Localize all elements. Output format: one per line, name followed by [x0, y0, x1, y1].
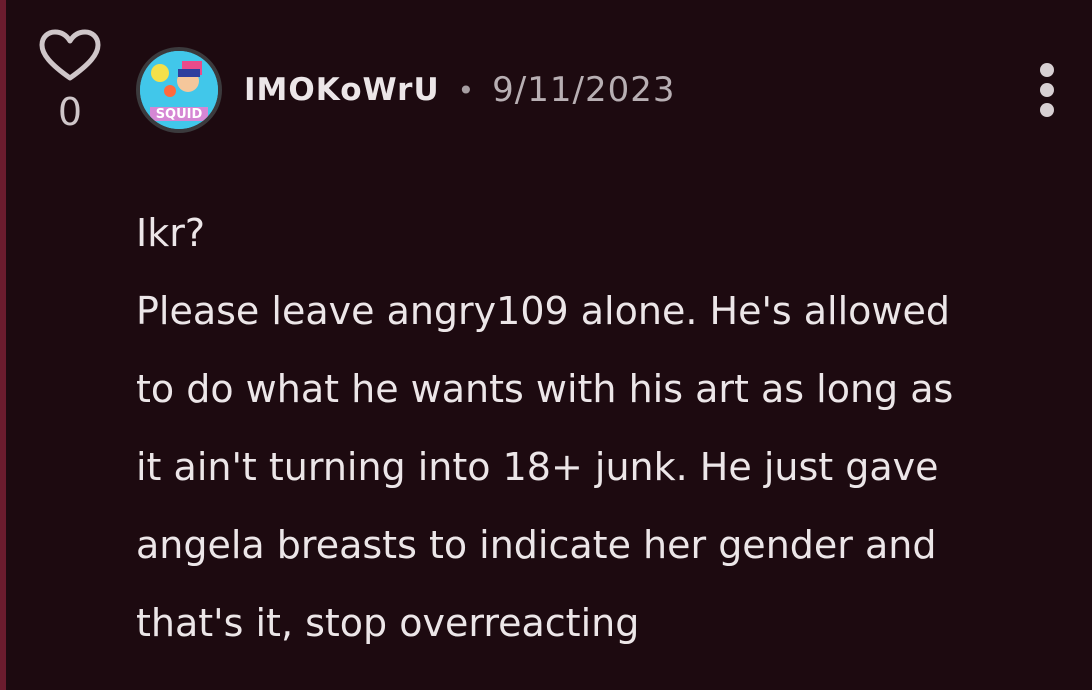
username[interactable]: IMOKoWrU [244, 72, 440, 108]
vote-count: 0 [57, 90, 83, 134]
vote-column: 0 [38, 28, 102, 134]
more-vertical-icon [1040, 63, 1054, 117]
comment-date: 9/11/2023 [492, 70, 676, 110]
comment-line: Please leave angry109 alone. He's allowe… [136, 289, 950, 333]
comment-line: that's it, stop overreacting [136, 601, 640, 645]
avatar[interactable]: SQUID [136, 47, 222, 133]
thread-line [0, 0, 6, 690]
comment-body: Ikr? Please leave angry109 alone. He's a… [136, 194, 1076, 662]
avatar-text: SQUID [156, 107, 203, 122]
heart-icon [39, 29, 101, 81]
more-options-button[interactable] [1024, 60, 1070, 122]
avatar-image: SQUID [140, 51, 218, 129]
like-button[interactable] [38, 28, 102, 84]
comment-line: to do what he wants with his art as long… [136, 367, 954, 411]
comment-line: Ikr? [136, 211, 206, 255]
comment-line: angela breasts to indicate her gender an… [136, 523, 937, 567]
separator-dot: • [457, 73, 475, 107]
comment-line: it ain't turning into 18+ junk. He just … [136, 445, 939, 489]
comment-header: SQUID IMOKoWrU • 9/11/2023 [136, 44, 675, 136]
